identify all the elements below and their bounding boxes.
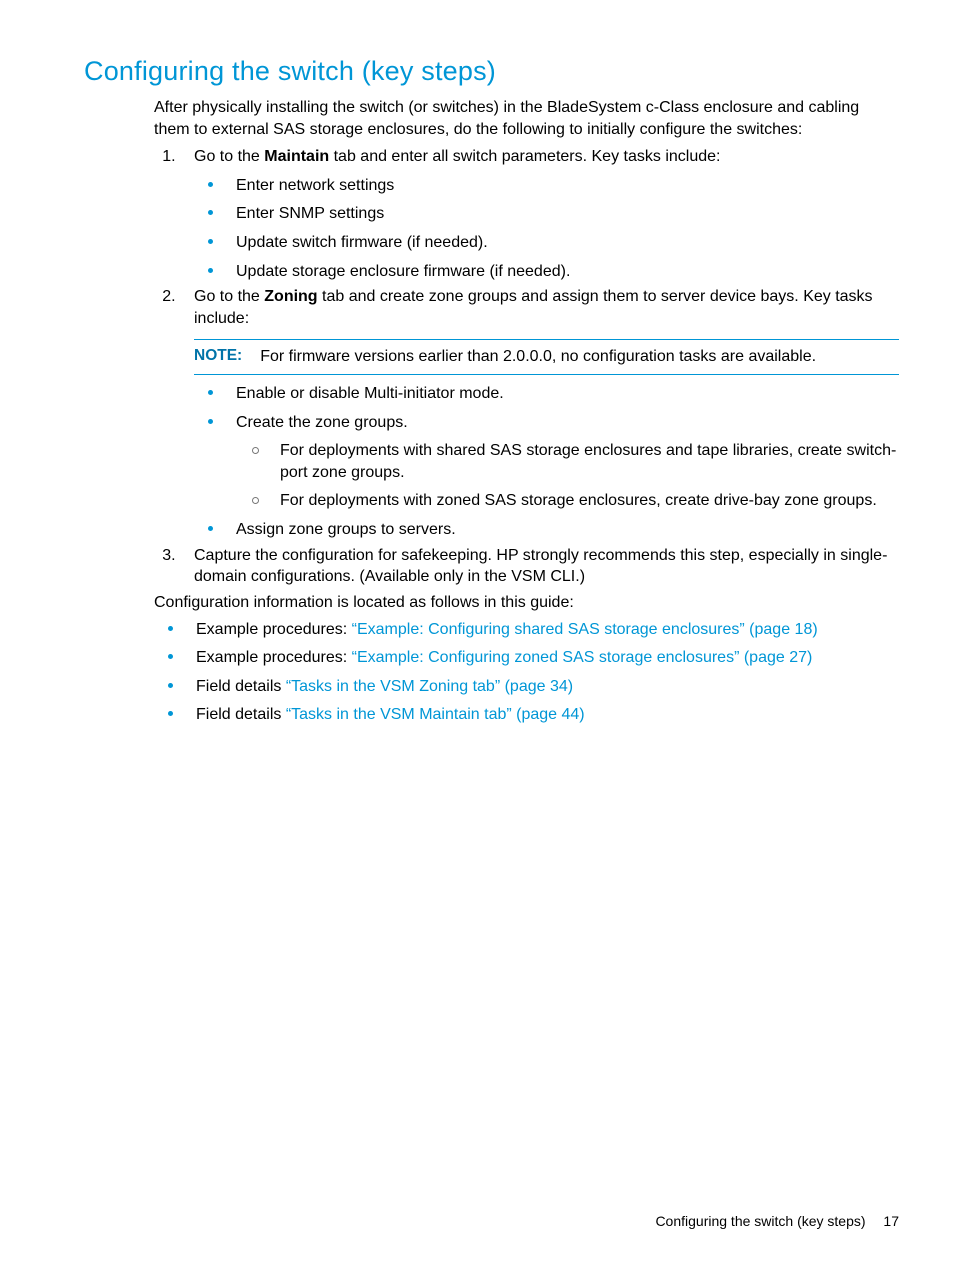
note-label: NOTE: [194, 346, 242, 368]
step-2-text: Go to the Zoning tab and create zone gro… [194, 288, 873, 327]
section-heading: Configuring the switch (key steps) [84, 56, 899, 87]
list-item: Update storage enclosure firmware (if ne… [194, 261, 899, 283]
list-item: Assign zone groups to servers. [194, 519, 899, 541]
cross-reference-link[interactable]: “Tasks in the VSM Maintain tab” (page 44… [286, 706, 585, 723]
outro-paragraph: Configuration information is located as … [154, 594, 899, 612]
page-content: Configuring the switch (key steps) After… [0, 0, 954, 726]
list-item: Field details “Tasks in the VSM Zoning t… [154, 676, 899, 698]
list-item: Enable or disable Multi-initiator mode. [194, 383, 899, 405]
list-item: Example procedures: “Example: Configurin… [154, 619, 899, 641]
list-item: Enter network settings [194, 175, 899, 197]
intro-paragraph: After physically installing the switch (… [154, 97, 899, 140]
step-1-sublist: Enter network settings Enter SNMP settin… [194, 175, 899, 282]
list-item: Field details “Tasks in the VSM Maintain… [154, 704, 899, 726]
list-item: Example procedures: “Example: Configurin… [154, 647, 899, 669]
page-number: 17 [883, 1213, 899, 1229]
step-1: Go to the Maintain tab and enter all swi… [180, 146, 899, 282]
note-box: NOTE: For firmware versions earlier than… [194, 339, 899, 375]
footer-section-title: Configuring the switch (key steps) [655, 1213, 865, 1229]
note-text: For firmware versions earlier than 2.0.0… [260, 346, 816, 368]
cross-reference-link[interactable]: “Example: Configuring shared SAS storage… [352, 621, 818, 638]
step-2: Go to the Zoning tab and create zone gro… [180, 286, 899, 540]
list-item: For deployments with shared SAS storage … [236, 440, 899, 483]
list-item: Update switch firmware (if needed). [194, 232, 899, 254]
step-3: Capture the configuration for safekeepin… [180, 545, 899, 588]
step-2-sublist: Enable or disable Multi-initiator mode. … [194, 383, 899, 541]
cross-reference-link[interactable]: “Tasks in the VSM Zoning tab” (page 34) [286, 678, 573, 695]
cross-reference-link[interactable]: “Example: Configuring zoned SAS storage … [352, 649, 813, 666]
list-item: Enter SNMP settings [194, 203, 899, 225]
reference-list: Example procedures: “Example: Configurin… [154, 619, 899, 726]
nested-sublist: For deployments with shared SAS storage … [236, 440, 899, 512]
step-1-text: Go to the Maintain tab and enter all swi… [194, 148, 720, 165]
list-item: For deployments with zoned SAS storage e… [236, 490, 899, 512]
list-item: Create the zone groups. For deployments … [194, 412, 899, 512]
ordered-steps: Go to the Maintain tab and enter all swi… [154, 146, 899, 588]
page-footer: Configuring the switch (key steps) 17 [655, 1213, 899, 1229]
